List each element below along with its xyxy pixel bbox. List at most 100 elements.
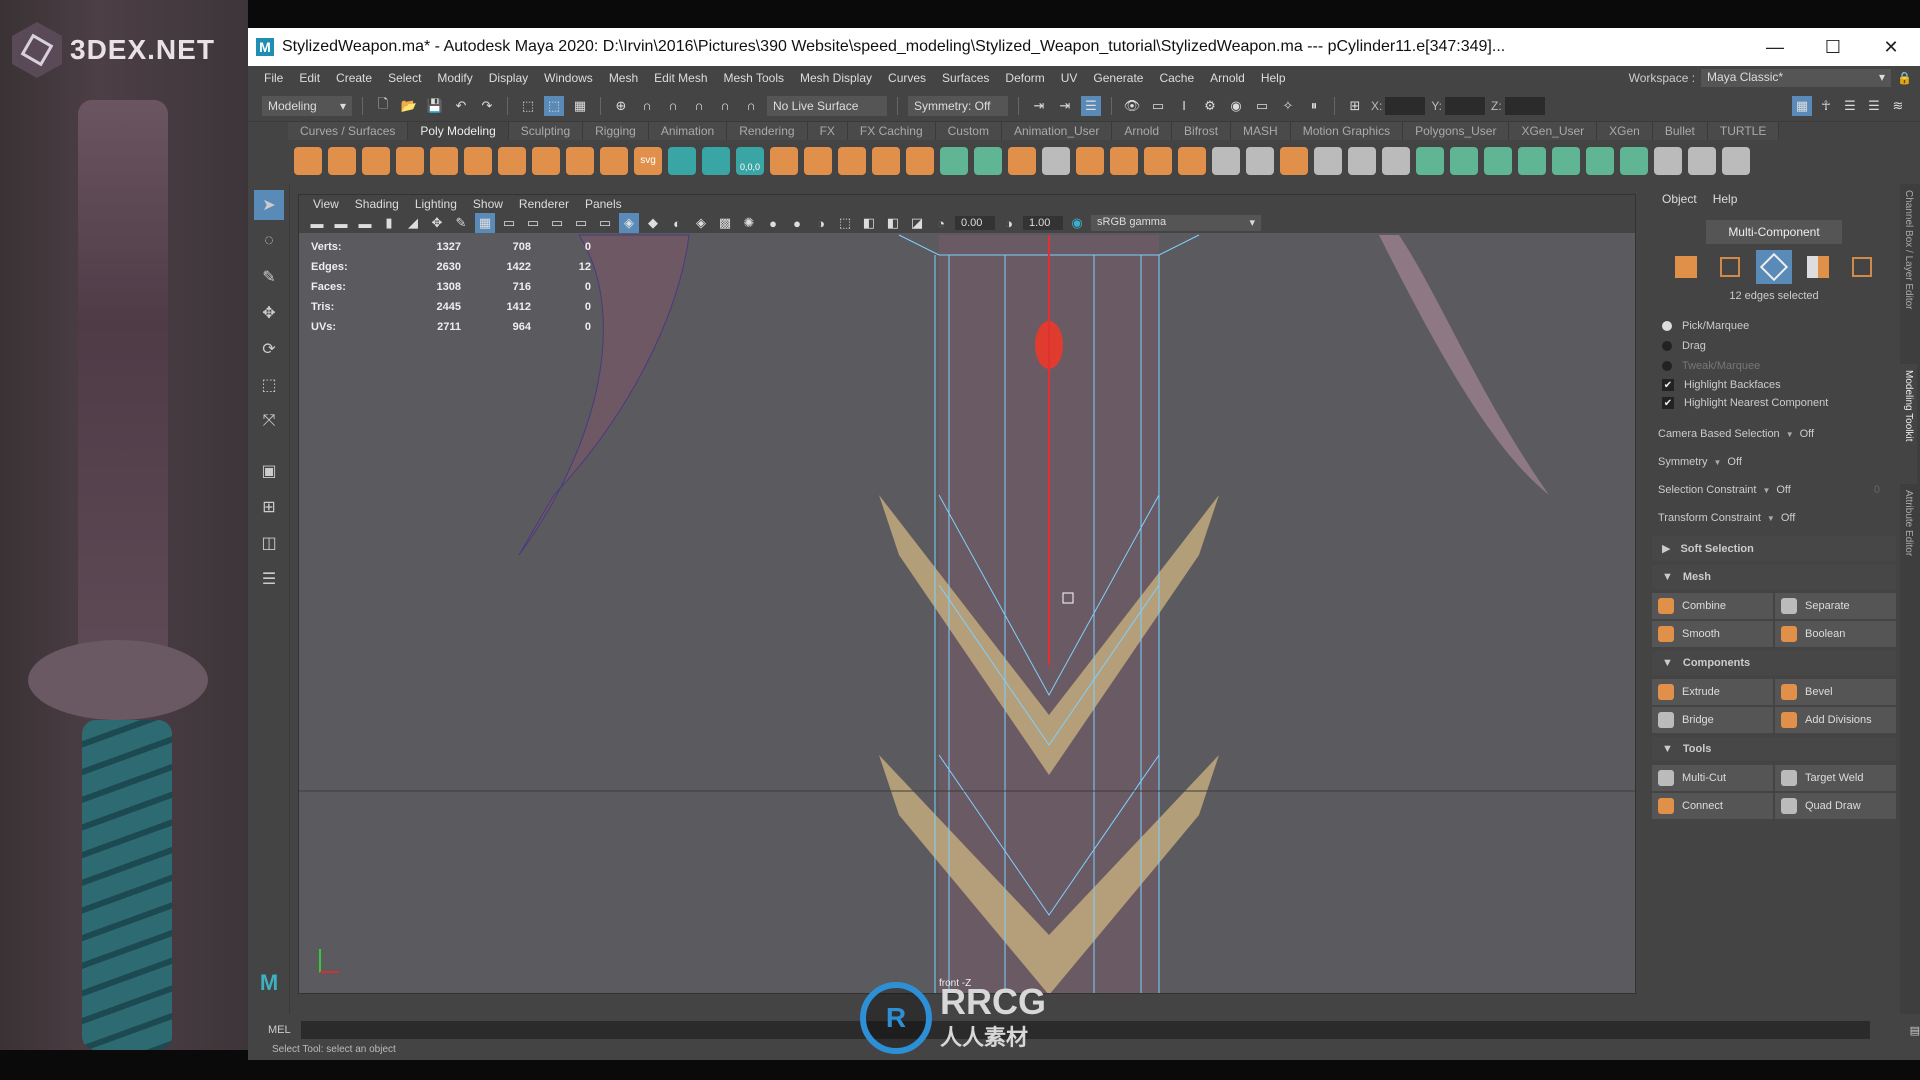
- shelf-tab[interactable]: TURTLE: [1707, 122, 1780, 140]
- safe-action-icon[interactable]: ▭: [595, 213, 615, 233]
- edge-mode-button[interactable]: [1756, 250, 1792, 284]
- bool-difference-icon[interactable]: [974, 147, 1002, 175]
- menu-uv[interactable]: UV: [1053, 71, 1086, 85]
- poly-cylinder-icon[interactable]: [362, 147, 390, 175]
- viewport-menu-view[interactable]: View: [305, 195, 347, 213]
- z-field[interactable]: Z:: [1491, 96, 1545, 115]
- delete-history-icon[interactable]: [702, 147, 730, 175]
- open-scene-icon[interactable]: 📂: [399, 96, 419, 116]
- tool-settings-toggle-icon[interactable]: ☰: [1864, 96, 1884, 116]
- last-tool-icon[interactable]: ⤧: [254, 406, 284, 436]
- redo-icon[interactable]: ↷: [477, 96, 497, 116]
- shadows-icon[interactable]: ●: [763, 213, 783, 233]
- bevel-button[interactable]: Bevel: [1775, 679, 1896, 705]
- snap-live-icon[interactable]: ∩: [715, 96, 735, 116]
- z-input[interactable]: [1504, 96, 1545, 115]
- uv-editor-icon[interactable]: [1586, 147, 1614, 175]
- snap-projected-icon[interactable]: ∩: [741, 96, 761, 116]
- minimize-button[interactable]: —: [1746, 28, 1804, 66]
- select-component-icon[interactable]: ▦: [570, 96, 590, 116]
- render-view-icon[interactable]: 👁: [1122, 96, 1142, 116]
- add-divisions-button[interactable]: Add Divisions: [1775, 707, 1896, 733]
- y-input[interactable]: [1445, 96, 1486, 115]
- single-perspective-layout-icon[interactable]: ▣: [254, 456, 284, 486]
- uv-spherical-icon[interactable]: [1484, 147, 1512, 175]
- modeling-toolkit-tab[interactable]: Modeling Toolkit: [1900, 364, 1917, 484]
- command-input[interactable]: [300, 1021, 1870, 1039]
- combine-button[interactable]: Combine: [1652, 593, 1773, 619]
- quad-draw-icon[interactable]: [1382, 147, 1410, 175]
- menu-mesh-display[interactable]: Mesh Display: [792, 71, 880, 85]
- select-object-icon[interactable]: ⬚: [544, 95, 564, 116]
- exposure-icon[interactable]: ◔: [931, 213, 951, 233]
- poly-cube-icon[interactable]: [328, 147, 356, 175]
- append-polygon-icon[interactable]: [1110, 147, 1138, 175]
- checkbox-highlight-nearest[interactable]: ✔ Highlight Nearest Component: [1648, 394, 1900, 412]
- radio-drag[interactable]: Drag: [1648, 336, 1900, 356]
- pause-viewport-icon[interactable]: ⏸: [1304, 96, 1324, 116]
- menu-mesh[interactable]: Mesh: [601, 71, 646, 85]
- symmetry-option[interactable]: Symmetry ▼ Off: [1648, 448, 1900, 476]
- uv-mode-button[interactable]: [1844, 250, 1880, 284]
- ambient-occlusion-icon[interactable]: ●: [787, 213, 807, 233]
- color-management-toggle-icon[interactable]: ◉: [1067, 213, 1087, 233]
- render-setup-icon[interactable]: ▭: [1252, 96, 1272, 116]
- exposure-input[interactable]: 0.00: [955, 216, 995, 230]
- menu-edit[interactable]: Edit: [291, 71, 328, 85]
- poly-plane-icon[interactable]: [464, 147, 492, 175]
- uv-cylindrical-icon[interactable]: [1450, 147, 1478, 175]
- checkbox-highlight-backfaces[interactable]: ✔ Highlight Backfaces: [1648, 376, 1900, 394]
- face-mode-button[interactable]: [1800, 250, 1836, 284]
- target-weld-icon[interactable]: [1246, 147, 1274, 175]
- viewport-menu-lighting[interactable]: Lighting: [407, 195, 465, 213]
- color-space-dropdown[interactable]: sRGB gamma ▾: [1091, 215, 1261, 231]
- select-tool-icon[interactable]: ➤: [254, 190, 284, 220]
- attribute-editor-toggle-icon[interactable]: ☰: [1840, 96, 1860, 116]
- gate-mask-icon[interactable]: ▭: [547, 213, 567, 233]
- xray-icon[interactable]: ◧: [859, 213, 879, 233]
- menu-display[interactable]: Display: [481, 71, 536, 85]
- fill-hole-icon[interactable]: [1144, 147, 1172, 175]
- bookmark-icon[interactable]: ▮: [379, 213, 399, 233]
- view-transform-icon[interactable]: ✥: [427, 213, 447, 233]
- film-gate-icon[interactable]: ▭: [499, 213, 519, 233]
- camera-based-selection-option[interactable]: Camera Based Selection ▼ Off: [1648, 420, 1900, 448]
- lock-icon[interactable]: 🔒: [1897, 71, 1912, 85]
- attribute-editor-tab[interactable]: Attribute Editor: [1900, 484, 1917, 594]
- object-mode-button[interactable]: [1668, 250, 1704, 284]
- construction-history-icon[interactable]: ⇥: [1029, 96, 1049, 116]
- character-controls-icon[interactable]: ☥: [1816, 96, 1836, 116]
- resolution-gate-icon[interactable]: ▭: [523, 213, 543, 233]
- freeze-transforms-icon[interactable]: 0,0,0: [736, 147, 764, 175]
- gamma-icon[interactable]: ◑: [999, 213, 1019, 233]
- lasso-tool-icon[interactable]: ◌: [254, 226, 284, 256]
- menu-create[interactable]: Create: [328, 71, 380, 85]
- shelf-tab-active[interactable]: Poly Modeling: [408, 122, 509, 140]
- radio-pick-marquee[interactable]: Pick/Marquee: [1648, 316, 1900, 336]
- shelf-tab[interactable]: FX: [807, 122, 848, 140]
- mesh-section-header[interactable]: ▼ Mesh: [1652, 565, 1896, 589]
- maximize-button[interactable]: ☐: [1804, 28, 1862, 66]
- outliner-layout-icon[interactable]: ☰: [254, 564, 284, 594]
- snap-point-icon[interactable]: ∩: [663, 96, 683, 116]
- shelf-tab[interactable]: Arnold: [1112, 122, 1173, 140]
- ipr-render-icon[interactable]: I: [1174, 96, 1194, 116]
- boolean-button[interactable]: Boolean: [1775, 621, 1896, 647]
- isolate-select-icon[interactable]: ⬚: [835, 213, 855, 233]
- menu-select[interactable]: Select: [380, 71, 429, 85]
- uv-planar-icon[interactable]: [1416, 147, 1444, 175]
- undo-icon[interactable]: ↶: [451, 96, 471, 116]
- scale-tool-icon[interactable]: ⬚: [254, 370, 284, 400]
- menu-modify[interactable]: Modify: [429, 71, 480, 85]
- snap-curve-icon[interactable]: ∩: [637, 96, 657, 116]
- poly-cone-icon[interactable]: [396, 147, 424, 175]
- mel-script-icon[interactable]: [1722, 147, 1750, 175]
- extrude-button[interactable]: Extrude: [1652, 679, 1773, 705]
- xray-joints-icon[interactable]: ◧: [883, 213, 903, 233]
- shelf-tab[interactable]: Curves / Surfaces: [288, 122, 409, 140]
- workspace-dropdown[interactable]: Maya Classic* ▾: [1701, 69, 1892, 87]
- paint-select-tool-icon[interactable]: ✎: [254, 262, 284, 292]
- mirror-icon[interactable]: [838, 147, 866, 175]
- four-view-layout-icon[interactable]: ⊞: [254, 492, 284, 522]
- shelf-tab[interactable]: Bifrost: [1172, 122, 1232, 140]
